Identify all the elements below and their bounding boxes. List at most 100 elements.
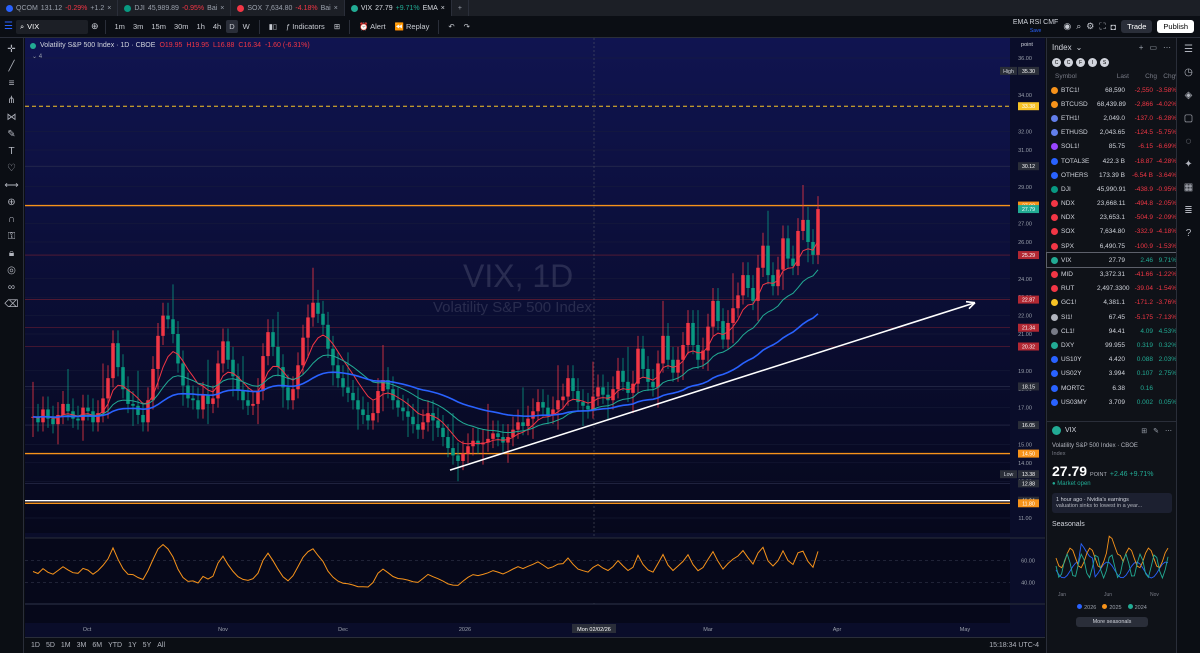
interval-d[interactable]: D	[226, 20, 238, 33]
crosshair-icon[interactable]: ✛	[7, 44, 15, 55]
alert-button[interactable]: ⏰ Alert	[356, 20, 388, 33]
range-1y[interactable]: 1Y	[128, 642, 137, 649]
templates-icon[interactable]: ⊞	[331, 20, 343, 33]
watchlist-row[interactable]: NDX 23,668.11 -494.8 -2.05%	[1047, 197, 1177, 211]
news-item[interactable]: 1 hour ago · Nvidia's earnings valuation…	[1052, 493, 1172, 513]
symbol-tab-qcom[interactable]: QCOM 131.12 -0.29% +1.2 ×	[0, 0, 119, 16]
trash-icon[interactable]: ⌫	[4, 299, 18, 310]
brush-icon[interactable]: ✎	[7, 129, 15, 140]
interval-1m[interactable]: 1m	[112, 20, 128, 33]
watchlist-row[interactable]: ETHUSD 2,043.65 -124.5 -5.75%	[1047, 126, 1177, 140]
watchlist-row[interactable]: SPX 6,490.75 -100.9 -1.53%	[1047, 239, 1177, 253]
lock-icon[interactable]: 🔒︎	[9, 248, 14, 259]
close-icon[interactable]: ×	[441, 5, 445, 12]
undo-icon[interactable]: ↶	[445, 20, 457, 33]
symbol-tab-sox[interactable]: SOX 7,634.80 -4.18% Bai ×	[231, 0, 345, 16]
candle-type-icon[interactable]: ▮▯	[266, 20, 280, 33]
details-symbol[interactable]: VIX	[1065, 427, 1076, 434]
filter-icon[interactable]: S	[1100, 58, 1109, 67]
range-1m[interactable]: 1M	[61, 642, 71, 649]
range-5y[interactable]: 5Y	[143, 642, 152, 649]
pitchfork-icon[interactable]: ⋔	[7, 95, 15, 106]
chat-icon[interactable]: ▢	[1184, 113, 1193, 124]
range-all[interactable]: All	[157, 642, 165, 649]
interval-15m[interactable]: 15m	[148, 20, 169, 33]
more-icon[interactable]: ⋯	[1165, 427, 1172, 435]
layout-icon[interactable]: ▭	[1149, 43, 1157, 52]
price-chart[interactable]: 36.00 34.00 32.00 31.00 29.00 27.00 26.00 24.00…	[25, 38, 1045, 638]
close-icon[interactable]: ×	[334, 5, 338, 12]
settings-icon[interactable]: ⚙	[1086, 21, 1094, 32]
trendline-icon[interactable]: ╱	[8, 61, 14, 72]
seasonal-legend-item[interactable]: 2026	[1077, 604, 1096, 611]
range-3m[interactable]: 3M	[77, 642, 87, 649]
heart-icon[interactable]: ♡	[7, 163, 16, 174]
ruler-icon[interactable]: ⟷	[4, 180, 18, 191]
publish-button[interactable]: Publish	[1157, 20, 1194, 33]
symbol-search-input[interactable]: ⌕ VIX	[15, 19, 88, 34]
add-symbol-icon[interactable]: +	[1139, 43, 1144, 52]
watchlist-row[interactable]: VIX 27.79 2.46 9.71%	[1046, 252, 1177, 269]
filter-icon[interactable]: C	[1052, 58, 1061, 67]
trade-button[interactable]: Trade	[1121, 20, 1153, 33]
watchlist-row[interactable]: DJI 45,990.91 -438.9 -0.95%	[1047, 182, 1177, 196]
watchlist-row[interactable]: BTC1! 68,590 -2,550 -3.58%	[1047, 83, 1177, 97]
column-header[interactable]: Chg	[1129, 73, 1157, 80]
seasonal-legend-item[interactable]: 2025	[1102, 604, 1122, 611]
ideas-icon[interactable]: ✦	[1184, 159, 1192, 170]
watchlist-icon[interactable]: ☰	[1184, 44, 1193, 55]
watchlist-row[interactable]: TOTAL3E 422.3 B -18.87 -4.28%	[1047, 154, 1177, 168]
filter-icon[interactable]: C	[1064, 58, 1073, 67]
range-6m[interactable]: 6M	[92, 642, 102, 649]
horizontal-lines-icon[interactable]: ≡	[9, 78, 15, 89]
legend-title[interactable]: Volatility S&P 500 Index · 1D · CBOE	[40, 42, 155, 49]
watchlist-row[interactable]: DXY 99.955 0.319 0.32%	[1047, 338, 1177, 352]
watchlist-row[interactable]: MID 3,372.31 -41.66 -1.22%	[1047, 267, 1177, 281]
magnet-icon[interactable]: ∩	[8, 214, 15, 225]
grid-icon[interactable]: ⊞	[1141, 427, 1147, 435]
watchlist-title[interactable]: Index	[1052, 43, 1072, 52]
watchlist-row[interactable]: CL1! 94.41 4.09 4.53%	[1047, 324, 1177, 338]
watchlist-row[interactable]: ETH1! 2,049.0 -137.0 -6.28%	[1047, 111, 1177, 125]
chart-canvas[interactable]: 36.00 34.00 32.00 31.00 29.00 27.00 26.00 24.00…	[25, 38, 1045, 638]
legend-indicator-count[interactable]: ⌄ 4	[32, 53, 42, 60]
watchlist-row[interactable]: RUT 2,497.3300 -39.04 -1.54%	[1047, 282, 1177, 296]
watchlist-row[interactable]: SI1! 67.45 -5.175 -7.13%	[1047, 310, 1177, 324]
indicators-button[interactable]: ƒ Indicators	[283, 20, 328, 33]
range-1d[interactable]: 1D	[31, 642, 40, 649]
fullscreen-icon[interactable]: ⛶	[1099, 21, 1105, 32]
lock-drawing-icon[interactable]: ⚿	[8, 231, 16, 242]
compare-add-icon[interactable]: ⊕	[91, 21, 99, 32]
watchlist-row[interactable]: GC1! 4,381.1 -171.2 -3.76%	[1047, 296, 1177, 310]
edit-icon[interactable]: ✎	[1153, 427, 1159, 435]
symbol-tab-dji[interactable]: DJI 45,989.89 -0.95% Bai ×	[118, 0, 232, 16]
chevron-down-icon[interactable]: ⌄	[1076, 43, 1083, 52]
column-header[interactable]: Last	[1101, 73, 1129, 80]
range-5d[interactable]: 5D	[46, 642, 55, 649]
watchlist-row[interactable]: NDX 23,653.1 -504.9 -2.09%	[1047, 211, 1177, 225]
close-icon[interactable]: ×	[220, 5, 224, 12]
watchlist-row[interactable]: SOX 7,634.80 -332.9 -4.18%	[1047, 225, 1177, 239]
interval-w[interactable]: W	[240, 20, 253, 33]
clock-icon[interactable]: ◷	[1184, 67, 1193, 78]
text-tool-icon[interactable]: T	[8, 146, 14, 157]
watchlist-row[interactable]: OTHERS 173.39 B -6.54 B -3.64%	[1047, 168, 1177, 182]
seasonals-chart[interactable]: Jan Jun Nov	[1052, 528, 1172, 598]
new-tab-icon[interactable]: +	[452, 0, 469, 16]
watchlist-row[interactable]: SOL1! 85.75 -6.15 -6.69%	[1047, 140, 1177, 154]
replay-button[interactable]: ⏪ Replay	[392, 20, 433, 33]
notes-icon[interactable]: ≣	[1184, 205, 1192, 216]
more-icon[interactable]: ⋯	[1163, 43, 1171, 52]
eye-icon[interactable]: ◎	[7, 265, 16, 276]
price-scale-unit[interactable]: point	[1021, 42, 1033, 48]
quick-search-icon[interactable]: ⌕	[1076, 21, 1081, 32]
link-icon[interactable]: ∞	[8, 282, 15, 293]
interval-3m[interactable]: 3m	[130, 20, 146, 33]
layers-icon[interactable]: ◈	[1185, 90, 1193, 101]
close-icon[interactable]: ×	[107, 5, 111, 12]
interval-30m[interactable]: 30m	[171, 20, 192, 33]
menu-icon[interactable]: ☰	[4, 21, 13, 32]
bell-icon[interactable]: ◌	[1186, 136, 1192, 147]
zoom-in-icon[interactable]: ⊕	[7, 197, 15, 208]
fib-icon[interactable]: ⋈	[7, 112, 17, 123]
